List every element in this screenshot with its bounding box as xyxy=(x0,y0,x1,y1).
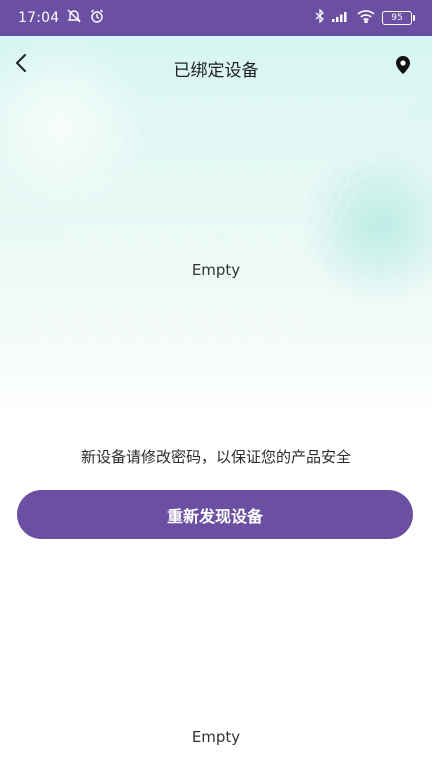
signal-icon xyxy=(332,10,350,26)
location-pin-icon xyxy=(396,56,410,78)
status-time: 17:04 xyxy=(18,10,60,26)
status-right: 95 xyxy=(315,8,415,27)
empty-state-bottom: Empty xyxy=(191,728,241,746)
page-title: 已绑定设备 xyxy=(173,61,259,81)
security-notice: 新设备请修改密码，以保证您的产品安全 xyxy=(80,448,351,466)
empty-state-top: Empty xyxy=(191,261,241,279)
status-bar: 17:04 95 xyxy=(0,0,432,36)
alarm-off-icon xyxy=(66,8,82,28)
location-button[interactable] xyxy=(392,56,414,78)
bluetooth-icon xyxy=(315,8,325,27)
alarm-icon xyxy=(89,8,105,28)
nav-bar: 已绑定设备 xyxy=(0,36,432,98)
rediscover-devices-button[interactable]: 重新发现设备 xyxy=(17,490,413,539)
battery-icon: 95 xyxy=(382,11,415,25)
wifi-icon xyxy=(357,9,375,27)
status-left: 17:04 xyxy=(18,8,105,28)
